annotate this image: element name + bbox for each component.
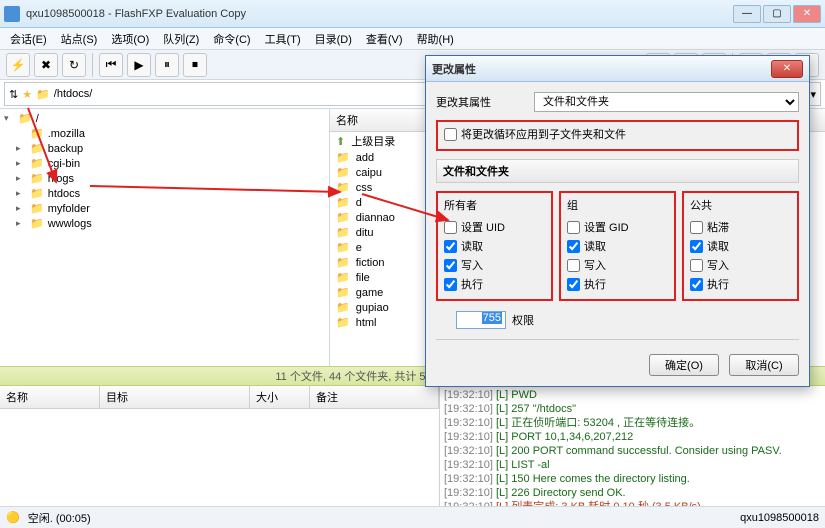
minimize-button[interactable]: — bbox=[733, 5, 761, 23]
menu-item[interactable]: 队列(Z) bbox=[157, 29, 205, 49]
group-label: 组 bbox=[567, 197, 668, 213]
owner-read-checkbox[interactable]: 读取 bbox=[444, 238, 545, 254]
change-label: 更改其属性 bbox=[436, 94, 526, 110]
connect-button[interactable]: ⚡ bbox=[6, 53, 30, 77]
log-line: [19:32:10] [L] PWD bbox=[444, 388, 821, 402]
log-line: [19:32:10] [L] LIST -al bbox=[444, 458, 821, 472]
group-exec-checkbox[interactable]: 执行 bbox=[567, 276, 668, 292]
group-read-checkbox[interactable]: 读取 bbox=[567, 238, 668, 254]
section-header: 文件和文件夹 bbox=[436, 159, 799, 183]
cancel-button[interactable]: 取消(C) bbox=[729, 354, 799, 376]
permission-label: 权限 bbox=[512, 312, 534, 328]
menu-item[interactable]: 选项(O) bbox=[105, 29, 155, 49]
tree-item[interactable]: ▸📁htdocs bbox=[2, 186, 327, 201]
status-text: 空闲. (00:05) bbox=[28, 510, 91, 526]
tree-item[interactable]: ▾📁/ bbox=[2, 111, 327, 126]
status-indicator: 🟡 bbox=[6, 511, 20, 524]
dropdown-icon[interactable]: ▾ bbox=[810, 88, 816, 101]
tree-item[interactable]: ▸📁backup bbox=[2, 141, 327, 156]
public-exec-checkbox[interactable]: 执行 bbox=[690, 276, 791, 292]
dialog-close-button[interactable]: ✕ bbox=[771, 60, 803, 78]
log-line: [19:32:10] [L] 200 PORT command successf… bbox=[444, 444, 821, 458]
titlebar: qxu1098500018 - FlashFXP Evaluation Copy… bbox=[0, 0, 825, 28]
close-button[interactable]: ✕ bbox=[793, 5, 821, 23]
tree-item[interactable]: ▸📁hlogs bbox=[2, 171, 327, 186]
owner-exec-checkbox[interactable]: 执行 bbox=[444, 276, 545, 292]
queue-panel: 名称 目标 大小 备注 bbox=[0, 386, 440, 506]
menu-item[interactable]: 目录(D) bbox=[309, 29, 358, 49]
menu-item[interactable]: 命令(C) bbox=[207, 29, 256, 49]
log-line: [19:32:10] [L] 257 "/htdocs" bbox=[444, 402, 821, 416]
menubar: 会话(E)站点(S)选项(O)队列(Z)命令(C)工具(T)目录(D)查看(V)… bbox=[0, 28, 825, 50]
bookmark-icon[interactable]: ★ bbox=[22, 88, 32, 101]
target-select[interactable]: 文件和文件夹 bbox=[534, 92, 799, 112]
tree-item[interactable]: ▸📁cgi-bin bbox=[2, 156, 327, 171]
log-line: [19:32:10] [L] 226 Directory send OK. bbox=[444, 486, 821, 500]
public-label: 公共 bbox=[690, 197, 791, 213]
stop-button[interactable]: ⏹ bbox=[183, 53, 207, 77]
set-gid-checkbox[interactable]: 设置 GID bbox=[567, 219, 668, 235]
log-line: [19:32:10] [L] 列表完成: 3 KB 耗时 0.10 秒 (3.5… bbox=[444, 500, 821, 506]
log-line: [19:32:10] [L] PORT 10,1,34,6,207,212 bbox=[444, 430, 821, 444]
statusbar: 🟡 空闲. (00:05) qxu1098500018 bbox=[0, 506, 825, 528]
tree-item[interactable]: ▸📁wwwlogs bbox=[2, 216, 327, 231]
menu-item[interactable]: 会话(E) bbox=[4, 29, 53, 49]
play-button[interactable]: ▶ bbox=[127, 53, 151, 77]
group-write-checkbox[interactable]: 写入 bbox=[567, 257, 668, 273]
maximize-button[interactable]: ▢ bbox=[763, 5, 791, 23]
menu-item[interactable]: 站点(S) bbox=[55, 29, 104, 49]
public-read-checkbox[interactable]: 读取 bbox=[690, 238, 791, 254]
pause-button[interactable]: ⏸ bbox=[155, 53, 179, 77]
owner-write-checkbox[interactable]: 写入 bbox=[444, 257, 545, 273]
permission-input[interactable]: 755 bbox=[456, 311, 506, 329]
window-title: qxu1098500018 - FlashFXP Evaluation Copy bbox=[26, 8, 733, 20]
prev-button[interactable]: ⏮ bbox=[99, 53, 123, 77]
col-remark[interactable]: 备注 bbox=[310, 386, 439, 408]
recurse-checkbox[interactable]: 将更改循环应用到子文件夹和文件 bbox=[444, 126, 791, 142]
log-line: [19:32:10] [L] 正在侦听端口: 53204 , 正在等待连接。 bbox=[444, 416, 821, 430]
app-icon bbox=[4, 6, 20, 22]
ok-button[interactable]: 确定(O) bbox=[649, 354, 719, 376]
log-line: [19:32:10] [L] 150 Here comes the direct… bbox=[444, 472, 821, 486]
col-target[interactable]: 目标 bbox=[100, 386, 250, 408]
menu-item[interactable]: 工具(T) bbox=[259, 29, 307, 49]
public-write-checkbox[interactable]: 写入 bbox=[690, 257, 791, 273]
col-size[interactable]: 大小 bbox=[250, 386, 310, 408]
owner-label: 所有者 bbox=[444, 197, 545, 213]
tree-item[interactable]: ▸📁myfolder bbox=[2, 201, 327, 216]
status-user: qxu1098500018 bbox=[740, 512, 819, 524]
col-name[interactable]: 名称 bbox=[0, 386, 100, 408]
log-panel[interactable]: [19:32:10] [L] PWD[19:32:10] [L] 257 "/h… bbox=[440, 386, 825, 506]
set-uid-checkbox[interactable]: 设置 UID bbox=[444, 219, 545, 235]
abort-button[interactable]: ↻ bbox=[62, 53, 86, 77]
menu-item[interactable]: 帮助(H) bbox=[411, 29, 460, 49]
sticky-checkbox[interactable]: 粘滞 bbox=[690, 219, 791, 235]
local-tree[interactable]: ▾📁/📁.mozilla▸📁backup▸📁cgi-bin▸📁hlogs▸📁ht… bbox=[0, 109, 330, 366]
folder-icon: 📁 bbox=[36, 88, 50, 101]
menu-item[interactable]: 查看(V) bbox=[360, 29, 409, 49]
tree-item[interactable]: 📁.mozilla bbox=[2, 126, 327, 141]
properties-dialog: 更改属性 ✕ 更改其属性 文件和文件夹 将更改循环应用到子文件夹和文件 文件和文… bbox=[425, 55, 810, 387]
disconnect-button[interactable]: ✖ bbox=[34, 53, 58, 77]
dialog-title: 更改属性 bbox=[432, 61, 771, 77]
switch-icon[interactable]: ⇅ bbox=[9, 88, 18, 101]
